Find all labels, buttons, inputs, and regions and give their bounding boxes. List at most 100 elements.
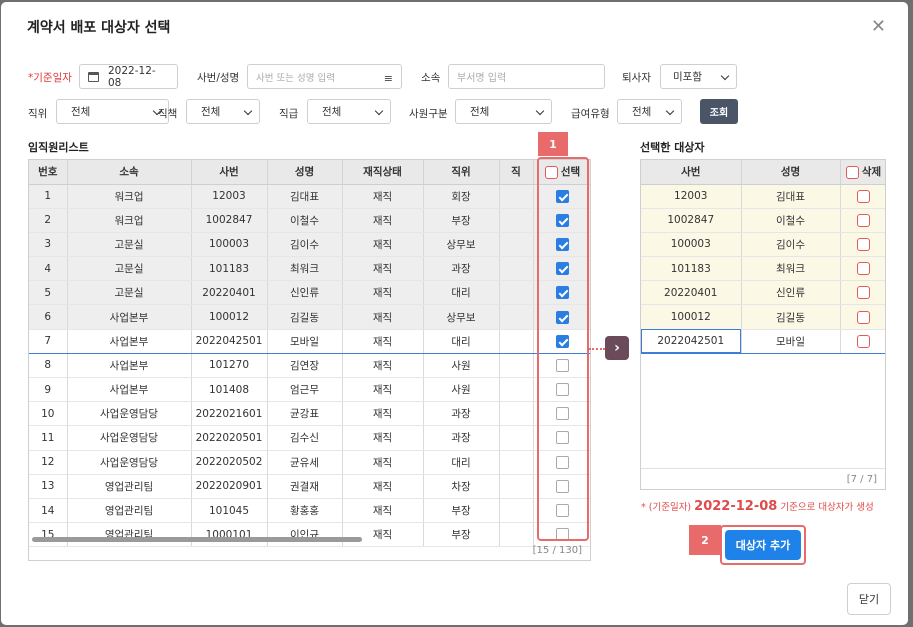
cell-truncated [499, 328, 534, 354]
list-edit-icon[interactable]: ≡ [384, 72, 393, 85]
delete-all-checkbox[interactable] [845, 165, 859, 179]
col-id[interactable]: 사번 [191, 160, 268, 185]
cell-name: 이철수 [267, 208, 343, 233]
dialog: 계약서 배포 대상자 선택 ✕ *기준일자 2022-12-08 사번/성명 사… [1, 2, 908, 625]
emp-label: 사번/성명 [197, 72, 240, 84]
emptype-label: 사원구분 [409, 108, 448, 120]
col-position[interactable]: 직위 [423, 160, 500, 185]
col-no[interactable]: 번호 [29, 160, 68, 185]
selected-row[interactable]: 100012 김길동 [641, 304, 885, 330]
row-delete-checkbox[interactable] [857, 334, 870, 348]
cell-delete[interactable] [840, 328, 885, 354]
cell-id: 1002847 [191, 208, 268, 233]
cell-sel-name: 모바일 [741, 328, 841, 354]
table-row[interactable]: 9 사업본부 101408 엄근무 재직 사원 [29, 377, 590, 403]
table-row[interactable]: 7 사업본부 2022042501 모바일 재직 대리 [29, 328, 590, 354]
table-row[interactable]: 5 고문실 20220401 신인류 재직 대리 [29, 280, 590, 306]
cell-name: 엄근무 [267, 377, 343, 403]
paytype-select[interactable]: 전체 [617, 99, 682, 124]
col-truncated[interactable]: 직 [499, 160, 534, 185]
cell-position: 부장 [423, 522, 500, 548]
cell-position: 상무보 [423, 232, 500, 258]
table-row[interactable]: 4 고문실 101183 최워크 재직 과장 [29, 256, 590, 282]
cell-status: 재직 [342, 401, 424, 427]
cell-no: 12 [29, 450, 68, 475]
date-field[interactable]: 2022-12-08 [79, 64, 178, 89]
table-row[interactable]: 11 사업운영담당 2022020501 김수신 재직 과장 [29, 425, 590, 451]
cell-sel-id: 2022042501 [641, 328, 742, 354]
duty-select[interactable]: 전체 [186, 99, 260, 124]
row-delete-checkbox[interactable] [857, 189, 870, 203]
table-row[interactable]: 15 영업관리팀 1000101 이인규 재직 부장 [29, 522, 590, 548]
cell-sel-id: 20220401 [641, 280, 742, 306]
cell-delete[interactable] [840, 208, 885, 233]
table-row[interactable]: 1 워크업 12003 김대표 재직 회장 [29, 184, 590, 209]
cell-name: 모바일 [267, 328, 343, 354]
selected-row[interactable]: 2022042501 모바일 [641, 328, 885, 354]
cell-position: 과장 [423, 401, 500, 427]
dept-search-input[interactable]: 부서명 입력 [448, 64, 605, 89]
table-row[interactable]: 8 사업본부 101270 김연장 재직 사원 [29, 353, 590, 379]
cell-position: 대리 [423, 328, 500, 354]
row-delete-checkbox[interactable] [857, 262, 870, 276]
retire-select[interactable]: 미포함 [660, 64, 737, 89]
selected-row[interactable]: 12003 김대표 [641, 184, 885, 209]
position-select[interactable]: 전체 [56, 99, 169, 124]
cell-sel-id: 101183 [641, 256, 742, 282]
cell-delete[interactable] [840, 184, 885, 209]
selected-title: 선택한 대상자 [640, 141, 705, 154]
cell-status: 재직 [342, 184, 424, 209]
cell-delete[interactable] [840, 232, 885, 258]
table-row[interactable]: 3 고문실 100003 김이수 재직 상무보 [29, 232, 590, 258]
cell-no: 4 [29, 256, 68, 282]
step-badge-2: 2 [689, 525, 721, 555]
calendar-icon[interactable] [88, 71, 99, 82]
add-target-button[interactable]: 대상자 추가 [725, 530, 801, 560]
col-sel-id[interactable]: 사번 [641, 160, 742, 185]
cell-delete[interactable] [840, 304, 885, 330]
selected-row[interactable]: 101183 최워크 [641, 256, 885, 282]
cell-delete[interactable] [840, 256, 885, 282]
table-row[interactable]: 10 사업운영담당 2022021601 균강표 재직 과장 [29, 401, 590, 427]
emp-search-input[interactable]: 사번 또는 성명 입력 ≡ [247, 64, 402, 89]
cell-sel-name: 김길동 [741, 304, 841, 330]
table-row[interactable]: 13 영업관리팀 2022020901 권결재 재직 차장 [29, 474, 590, 499]
col-sel-name[interactable]: 성명 [741, 160, 841, 185]
col-delete[interactable]: 삭제 [840, 160, 885, 185]
col-dept[interactable]: 소속 [67, 160, 192, 185]
cell-dept: 고문실 [67, 280, 192, 306]
position-label: 직위 [28, 108, 48, 120]
col-name[interactable]: 성명 [267, 160, 343, 185]
table-row[interactable]: 12 사업운영담당 2022020502 균유세 재직 대리 [29, 450, 590, 475]
cell-dept: 영업관리팀 [67, 522, 192, 548]
query-button[interactable]: 조회 [700, 99, 738, 124]
close-button[interactable]: 닫기 [847, 583, 891, 615]
emptype-select[interactable]: 전체 [455, 99, 552, 124]
selected-row[interactable]: 1002847 이철수 [641, 208, 885, 233]
cell-delete[interactable] [840, 280, 885, 306]
cell-status: 재직 [342, 498, 424, 524]
col-status[interactable]: 재직상태 [342, 160, 424, 185]
selected-row[interactable]: 100003 김이수 [641, 232, 885, 258]
move-right-button[interactable]: › [605, 336, 629, 360]
row-delete-checkbox[interactable] [857, 213, 870, 227]
row-delete-checkbox[interactable] [857, 310, 870, 324]
cell-sel-name: 최워크 [741, 256, 841, 282]
selected-row[interactable]: 20220401 신인류 [641, 280, 885, 306]
table-row[interactable]: 6 사업본부 100012 김길동 재직 상무보 [29, 304, 590, 330]
table-row[interactable]: 2 워크업 1002847 이철수 재직 부장 [29, 208, 590, 233]
date-label: *기준일자 [28, 70, 72, 85]
row-delete-checkbox[interactable] [857, 286, 870, 300]
table-row[interactable]: 14 영업관리팀 101045 황홍홍 재직 부장 [29, 498, 590, 524]
cell-truncated [499, 353, 534, 379]
grade-select[interactable]: 전체 [307, 99, 391, 124]
cell-position: 과장 [423, 256, 500, 282]
cell-id: 2022020502 [191, 450, 268, 475]
cell-sel-name: 김이수 [741, 232, 841, 258]
horizontal-scrollbar[interactable] [32, 537, 362, 542]
dept-label: 소속 [421, 72, 441, 84]
cell-no: 11 [29, 425, 68, 451]
cell-sel-name: 김대표 [741, 184, 841, 209]
row-delete-checkbox[interactable] [857, 237, 870, 251]
close-icon[interactable]: ✕ [871, 16, 886, 37]
